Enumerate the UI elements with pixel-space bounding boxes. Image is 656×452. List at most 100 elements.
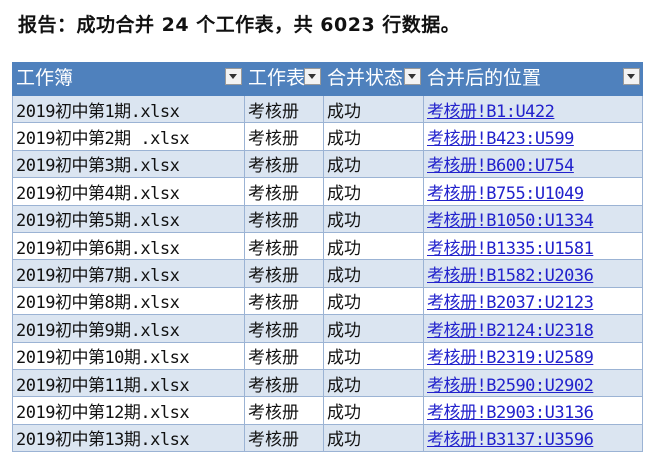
location-hyperlink[interactable]: 考核册!B2319:U2589 — [427, 348, 594, 368]
column-header-location: 合并后的位置 — [423, 62, 643, 96]
cell-status-text: 成功 — [327, 402, 361, 423]
table-row: 2019初中第11期.xlsx 考核册 成功 考核册!B2590:U2902 — [12, 368, 643, 398]
cell-status[interactable]: 成功 — [323, 314, 424, 343]
cell-location[interactable]: 考核册!B3137:U3596 — [423, 423, 643, 452]
column-header-label: 合并后的位置 — [427, 67, 542, 89]
cell-status[interactable]: 成功 — [323, 259, 424, 288]
cell-workbook[interactable]: 2019初中第10期.xlsx — [12, 341, 245, 370]
cell-workbook-text: 2019初中第8期.xlsx — [16, 293, 180, 314]
cell-sheet-text: 考核册 — [248, 348, 299, 369]
location-hyperlink[interactable]: 考核册!B1:U422 — [427, 102, 555, 122]
location-hyperlink[interactable]: 考核册!B2037:U2123 — [427, 293, 594, 313]
cell-sheet[interactable]: 考核册 — [244, 286, 324, 316]
cell-sheet[interactable]: 考核册 — [244, 423, 324, 452]
cell-sheet-text: 考核册 — [248, 238, 299, 259]
cell-location[interactable]: 考核册!B1:U422 — [423, 94, 643, 124]
table-row: 2019初中第12期.xlsx 考核册 成功 考核册!B2903:U3136 — [12, 396, 643, 425]
cell-location[interactable]: 考核册!B2319:U2589 — [423, 341, 643, 370]
cell-workbook[interactable]: 2019初中第5期.xlsx — [12, 204, 245, 233]
cell-workbook[interactable]: 2019初中第12期.xlsx — [12, 396, 245, 425]
cell-status-text: 成功 — [327, 348, 361, 369]
cell-workbook[interactable]: 2019初中第4期.xlsx — [12, 177, 245, 206]
cell-status[interactable]: 成功 — [323, 396, 424, 425]
cell-sheet[interactable]: 考核册 — [244, 122, 324, 151]
cell-sheet[interactable]: 考核册 — [244, 314, 324, 343]
column-header-label: 合并状态 — [327, 67, 404, 89]
cell-workbook[interactable]: 2019初中第7期.xlsx — [12, 259, 245, 288]
cell-location[interactable]: 考核册!B423:U599 — [423, 122, 643, 151]
cell-location[interactable]: 考核册!B2124:U2318 — [423, 314, 643, 343]
cell-workbook[interactable]: 2019初中第1期.xlsx — [12, 94, 245, 124]
cell-sheet[interactable]: 考核册 — [244, 368, 324, 398]
cell-workbook[interactable]: 2019初中第2期 .xlsx — [12, 122, 245, 151]
cell-workbook[interactable]: 2019初中第6期.xlsx — [12, 231, 245, 261]
location-hyperlink[interactable]: 考核册!B2903:U3136 — [427, 403, 594, 423]
cell-location[interactable]: 考核册!B755:U1049 — [423, 177, 643, 206]
cell-sheet[interactable]: 考核册 — [244, 177, 324, 206]
cell-workbook[interactable]: 2019初中第3期.xlsx — [12, 149, 245, 179]
cell-status[interactable]: 成功 — [323, 94, 424, 124]
cell-status[interactable]: 成功 — [323, 231, 424, 261]
cell-sheet[interactable]: 考核册 — [244, 396, 324, 425]
location-hyperlink[interactable]: 考核册!B2124:U2318 — [427, 321, 594, 341]
cell-workbook[interactable]: 2019初中第8期.xlsx — [12, 286, 245, 316]
cell-location[interactable]: 考核册!B1582:U2036 — [423, 259, 643, 288]
cell-status-text: 成功 — [327, 266, 361, 287]
column-header-workbook: 工作簿 — [12, 62, 245, 96]
cell-sheet-text: 考核册 — [248, 101, 299, 122]
cell-sheet[interactable]: 考核册 — [244, 231, 324, 261]
column-header-label: 工作簿 — [16, 67, 74, 89]
chevron-down-icon[interactable] — [304, 68, 321, 85]
cell-sheet[interactable]: 考核册 — [244, 94, 324, 124]
table-row: 2019初中第3期.xlsx 考核册 成功 考核册!B600:U754 — [12, 149, 643, 179]
merge-report-summary: 报告：成功合并 24 个工作表，共 6023 行数据。 — [18, 14, 461, 36]
table-row: 2019初中第2期 .xlsx 考核册 成功 考核册!B423:U599 — [12, 122, 643, 151]
cell-status-text: 成功 — [327, 101, 361, 122]
cell-status[interactable]: 成功 — [323, 204, 424, 233]
table-row: 2019初中第5期.xlsx 考核册 成功 考核册!B1050:U1334 — [12, 204, 643, 233]
cell-sheet-text: 考核册 — [248, 183, 299, 204]
cell-workbook[interactable]: 2019初中第9期.xlsx — [12, 314, 245, 343]
location-hyperlink[interactable]: 考核册!B423:U599 — [427, 129, 574, 149]
location-hyperlink[interactable]: 考核册!B600:U754 — [427, 156, 574, 176]
location-hyperlink[interactable]: 考核册!B2590:U2902 — [427, 376, 594, 396]
cell-status[interactable]: 成功 — [323, 149, 424, 179]
cell-status[interactable]: 成功 — [323, 341, 424, 370]
cell-workbook-text: 2019初中第5期.xlsx — [16, 211, 180, 232]
cell-location[interactable]: 考核册!B1335:U1581 — [423, 231, 643, 261]
cell-location[interactable]: 考核册!B1050:U1334 — [423, 204, 643, 233]
cell-location[interactable]: 考核册!B600:U754 — [423, 149, 643, 179]
location-hyperlink[interactable]: 考核册!B755:U1049 — [427, 184, 584, 204]
cell-workbook-text: 2019初中第9期.xlsx — [16, 320, 180, 341]
table-row: 2019初中第1期.xlsx 考核册 成功 考核册!B1:U422 — [12, 94, 643, 124]
cell-workbook-text: 2019初中第7期.xlsx — [16, 266, 180, 287]
cell-sheet[interactable]: 考核册 — [244, 149, 324, 179]
merge-result-table: 工作簿 工作表 合并状态 合并后的位置 2019初中第1期.xlsx 考核册 成功考… — [12, 62, 643, 452]
cell-sheet-text: 考核册 — [248, 320, 299, 341]
location-hyperlink[interactable]: 考核册!B1335:U1581 — [427, 239, 594, 259]
table-row: 2019初中第8期.xlsx 考核册 成功 考核册!B2037:U2123 — [12, 286, 643, 316]
cell-sheet[interactable]: 考核册 — [244, 204, 324, 233]
cell-location[interactable]: 考核册!B2037:U2123 — [423, 286, 643, 316]
header-row: 工作簿 工作表 合并状态 合并后的位置 — [12, 62, 643, 96]
cell-status[interactable]: 成功 — [323, 177, 424, 206]
cell-workbook-text: 2019初中第13期.xlsx — [16, 430, 190, 451]
cell-sheet-text: 考核册 — [248, 211, 299, 232]
cell-status[interactable]: 成功 — [323, 423, 424, 452]
cell-status[interactable]: 成功 — [323, 122, 424, 151]
cell-sheet[interactable]: 考核册 — [244, 341, 324, 370]
cell-location[interactable]: 考核册!B2903:U3136 — [423, 396, 643, 425]
chevron-down-icon[interactable] — [404, 68, 421, 85]
cell-sheet[interactable]: 考核册 — [244, 259, 324, 288]
location-hyperlink[interactable]: 考核册!B3137:U3596 — [427, 430, 594, 450]
chevron-down-icon[interactable] — [225, 68, 242, 85]
cell-workbook[interactable]: 2019初中第13期.xlsx — [12, 423, 245, 452]
table-row: 2019初中第13期.xlsx 考核册 成功 考核册!B3137:U3596 — [12, 423, 643, 452]
cell-workbook[interactable]: 2019初中第11期.xlsx — [12, 368, 245, 398]
chevron-down-icon[interactable] — [623, 68, 640, 85]
cell-status[interactable]: 成功 — [323, 286, 424, 316]
location-hyperlink[interactable]: 考核册!B1582:U2036 — [427, 266, 594, 286]
cell-location[interactable]: 考核册!B2590:U2902 — [423, 368, 643, 398]
location-hyperlink[interactable]: 考核册!B1050:U1334 — [427, 211, 594, 231]
cell-status[interactable]: 成功 — [323, 368, 424, 398]
